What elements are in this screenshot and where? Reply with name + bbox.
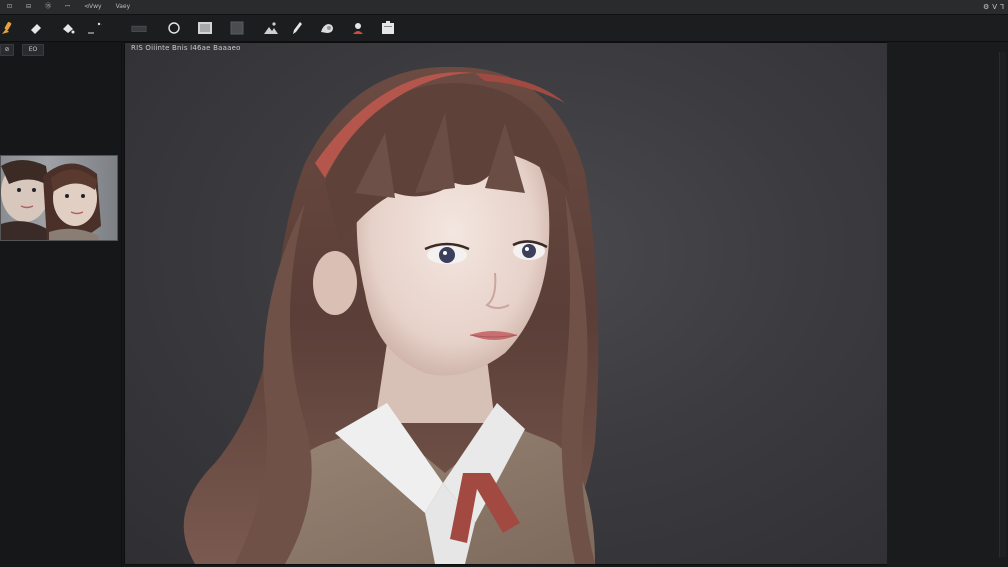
window-control-icon[interactable]: Ꞁ (1000, 3, 1004, 11)
menu-bar: ⊡ ⊟ ⑮ ꟷ ⊲Vwy Vaey ⚙ V Ꞁ (0, 0, 1008, 15)
clipboard-tool-icon[interactable] (380, 20, 396, 36)
brush-tool-icon[interactable] (0, 20, 16, 36)
panel-toggle-button[interactable]: ⊘ (0, 44, 14, 56)
person-tool-icon[interactable] (350, 20, 366, 36)
paint-bucket-tool-icon[interactable] (60, 20, 76, 36)
dropdown-icon[interactable]: V (992, 3, 997, 11)
menu-item-1[interactable]: ⊡ (0, 0, 19, 14)
menu-item-3[interactable]: ⑮ (38, 0, 58, 14)
menu-item-5[interactable]: ⊲Vwy (77, 0, 109, 14)
menubar-right-controls: ⚙ V Ꞁ (983, 3, 1008, 11)
toolbar (0, 15, 1008, 42)
thumbnail-portrait-icon (1, 160, 101, 240)
landscape-tool-icon[interactable] (263, 20, 279, 36)
smudge-tool-icon[interactable] (319, 20, 335, 36)
menu-item-4[interactable]: ꟷ (58, 0, 77, 14)
menu-item-2[interactable]: ⊟ (19, 0, 38, 14)
frame-tool-icon[interactable] (197, 20, 213, 36)
menu-item-6[interactable]: Vaey (109, 0, 138, 14)
rectangle-tool-icon[interactable] (131, 20, 149, 36)
main-canvas[interactable]: RIS Oiiinte Bnis I46ae Baaaeo (124, 42, 888, 565)
eraser-tool-icon[interactable] (28, 20, 44, 36)
left-panel: ⊘ ЕО (0, 42, 122, 567)
pen-tool-icon[interactable] (289, 20, 305, 36)
panel-mode-button[interactable]: ЕО (22, 44, 44, 56)
layer-tool-icon[interactable] (229, 20, 245, 36)
settings-icon[interactable]: ⚙ (983, 3, 989, 11)
image-thumbnail[interactable] (0, 155, 118, 241)
portrait-image (183, 66, 599, 564)
right-scrollbar[interactable] (999, 52, 1006, 557)
canvas-caption: RIS Oiiinte Bnis I46ae Baaaeo (131, 44, 241, 52)
line-tool-icon[interactable] (86, 20, 102, 36)
right-panel (887, 42, 1008, 567)
ellipse-tool-icon[interactable] (166, 20, 182, 36)
